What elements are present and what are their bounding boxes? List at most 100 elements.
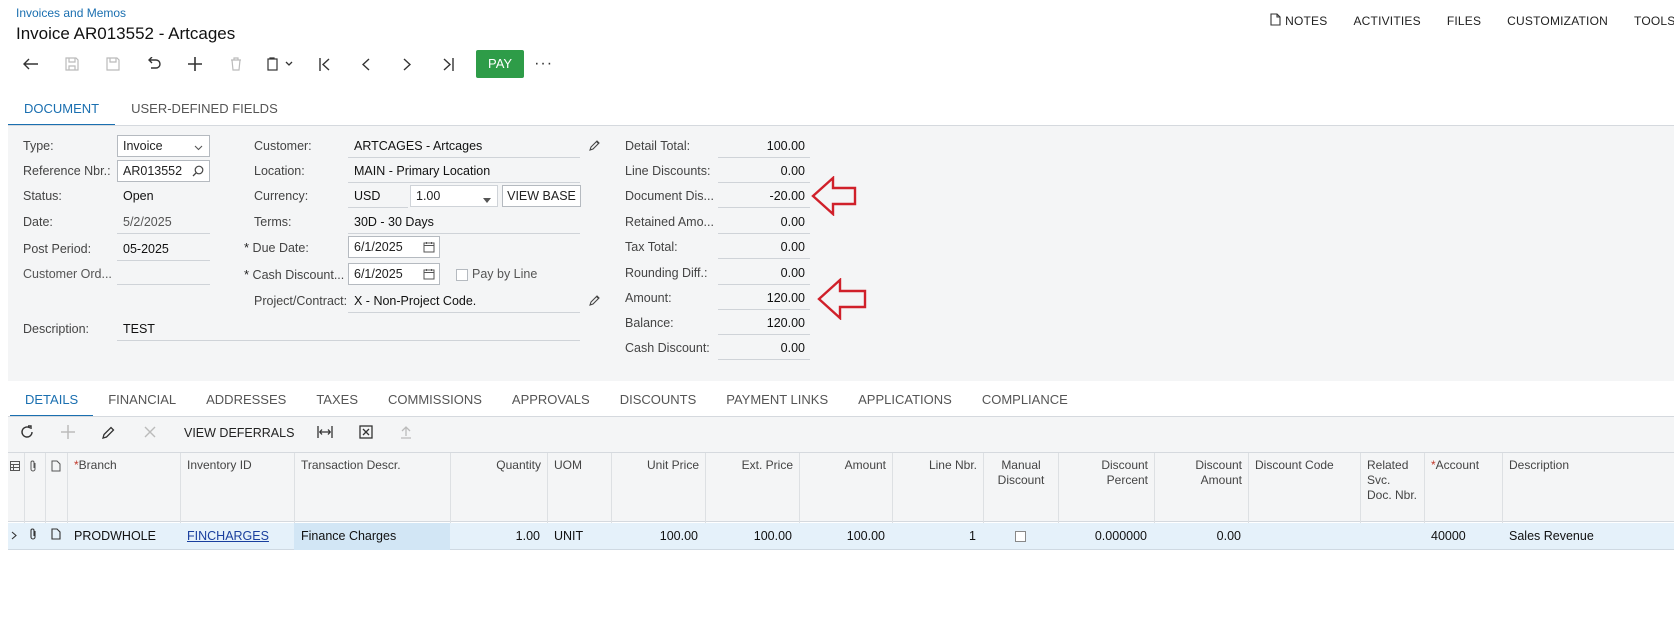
pay-by-line-checkbox[interactable]: Pay by Line [456,267,537,281]
column-branch[interactable]: *Branch [67,453,180,523]
manual-discount-checkbox[interactable] [1015,531,1026,543]
breadcrumb[interactable]: Invoices and Memos [16,6,126,20]
column-quantity[interactable]: Quantity [450,453,547,523]
tab-user-defined-fields[interactable]: USER-DEFINED FIELDS [115,94,294,126]
row-expand-icon[interactable] [8,523,24,550]
location-input[interactable]: MAIN - Primary Location [348,164,580,183]
column-line-nbr[interactable]: Line Nbr. [892,453,983,523]
column-account[interactable]: *Account [1424,453,1502,523]
tab-compliance[interactable]: COMPLIANCE [967,386,1083,417]
first-record-icon[interactable] [304,50,345,78]
customer-order-input[interactable] [117,267,210,285]
back-icon[interactable] [10,50,51,78]
cell-unit-price[interactable]: 100.00 [611,523,705,550]
tab-approvals[interactable]: APPROVALS [497,386,605,417]
status-value: Open [123,189,154,203]
cell-branch[interactable]: PRODWHOLE [67,523,180,550]
tools-button[interactable]: TOOLS [1634,11,1674,31]
cell-related-doc[interactable] [1360,523,1424,550]
cell-discount-code[interactable] [1248,523,1360,550]
type-select[interactable]: Invoice [117,135,210,157]
edit-row-icon[interactable] [102,425,116,443]
inventory-id-link[interactable]: FINCHARGES [187,529,269,543]
cell-discount-amount[interactable]: 0.00 [1154,523,1248,550]
cell-quantity[interactable]: 1.00 [450,523,547,550]
cell-uom[interactable]: UNIT [547,523,611,550]
last-record-icon[interactable] [427,50,468,78]
next-record-icon[interactable] [386,50,427,78]
terms-input[interactable]: 30D - 30 Days [348,215,580,234]
cell-description[interactable]: Sales Revenue [1502,523,1674,550]
reference-nbr-input[interactable]: AR013552 [117,160,210,182]
column-ext-price[interactable]: Ext. Price [705,453,799,523]
column-unit-price[interactable]: Unit Price [611,453,705,523]
customization-button[interactable]: CUSTOMIZATION [1507,11,1608,31]
cell-ext-price[interactable]: 100.00 [705,523,799,550]
column-discount-code[interactable]: Discount Code [1248,453,1360,523]
cell-discount-percent[interactable]: 0.000000 [1058,523,1154,550]
column-amount[interactable]: Amount [799,453,892,523]
description-input[interactable]: TEST [117,322,580,341]
calendar-icon[interactable] [423,241,435,256]
pay-button[interactable]: PAY [476,50,525,78]
cell-account[interactable]: 40000 [1424,523,1502,550]
upload-icon[interactable] [400,425,412,443]
save-icon[interactable] [92,50,133,78]
table-row[interactable]: PRODWHOLE FINCHARGES Finance Charges 1.0… [8,523,1674,550]
more-actions-button[interactable]: ··· [534,55,553,73]
cell-transaction-descr[interactable]: Finance Charges [294,523,450,550]
cell-manual-discount[interactable] [983,523,1058,550]
add-icon[interactable] [174,50,215,78]
cash-discount-date-input[interactable]: 6/1/2025 [348,263,440,285]
tab-addresses[interactable]: ADDRESSES [191,386,301,417]
grid-settings-icon[interactable] [8,453,24,523]
column-manual-discount[interactable]: Manual Discount [983,453,1058,523]
post-period-input[interactable]: 05-2025 [117,242,210,261]
tab-payment-links[interactable]: PAYMENT LINKS [711,386,843,417]
copy-paste-icon[interactable] [256,50,304,78]
save-close-icon[interactable] [51,50,92,78]
currency-input[interactable]: USD [348,189,408,208]
column-uom[interactable]: UOM [547,453,611,523]
add-row-icon[interactable] [61,425,75,443]
tools-label: TOOLS [1634,14,1674,28]
fit-columns-icon[interactable] [317,425,333,443]
column-discount-percent[interactable]: Discount Percent [1058,453,1154,523]
delete-icon[interactable] [215,50,256,78]
tab-commissions[interactable]: COMMISSIONS [373,386,497,417]
currency-rate-select[interactable]: 1.00 [410,185,498,207]
edit-customer-icon[interactable] [589,139,601,154]
view-deferrals-button[interactable]: VIEW DEFERRALS [184,426,294,440]
undo-icon[interactable] [133,50,174,78]
tab-document[interactable]: DOCUMENT [8,94,116,126]
files-button[interactable]: FILES [1447,11,1481,31]
note-icon[interactable] [45,523,67,550]
tab-financial[interactable]: FINANCIAL [93,386,191,417]
tab-discounts[interactable]: DISCOUNTS [605,386,712,417]
customer-input[interactable]: ARTCAGES - Artcages [348,139,580,158]
notes-button[interactable]: NOTES [1270,11,1327,31]
view-base-button[interactable]: VIEW BASE [502,185,581,207]
refresh-icon[interactable] [20,425,34,443]
delete-row-icon[interactable] [144,425,156,442]
project-input[interactable]: X - Non-Project Code. [348,294,580,313]
column-related-doc[interactable]: Related Svc. Doc. Nbr. [1360,453,1424,523]
previous-record-icon[interactable] [345,50,386,78]
export-excel-icon[interactable] [359,425,373,443]
edit-project-icon[interactable] [589,294,601,309]
cell-amount[interactable]: 100.00 [799,523,892,550]
due-date-input[interactable]: 6/1/2025 [348,236,440,258]
cell-inventory-id[interactable]: FINCHARGES [180,523,294,550]
activities-button[interactable]: ACTIVITIES [1353,11,1420,31]
column-description[interactable]: Description [1502,453,1674,523]
search-icon[interactable] [192,165,204,180]
tab-details[interactable]: DETAILS [10,386,94,417]
tab-applications[interactable]: APPLICATIONS [843,386,967,417]
column-discount-amount[interactable]: Discount Amount [1154,453,1248,523]
column-transaction-descr[interactable]: Transaction Descr. [294,453,450,523]
column-inventory-id[interactable]: Inventory ID [180,453,294,523]
tab-taxes[interactable]: TAXES [301,386,373,417]
calendar-icon[interactable] [423,268,435,283]
attachment-icon[interactable] [24,523,45,550]
note-icon [45,453,67,523]
